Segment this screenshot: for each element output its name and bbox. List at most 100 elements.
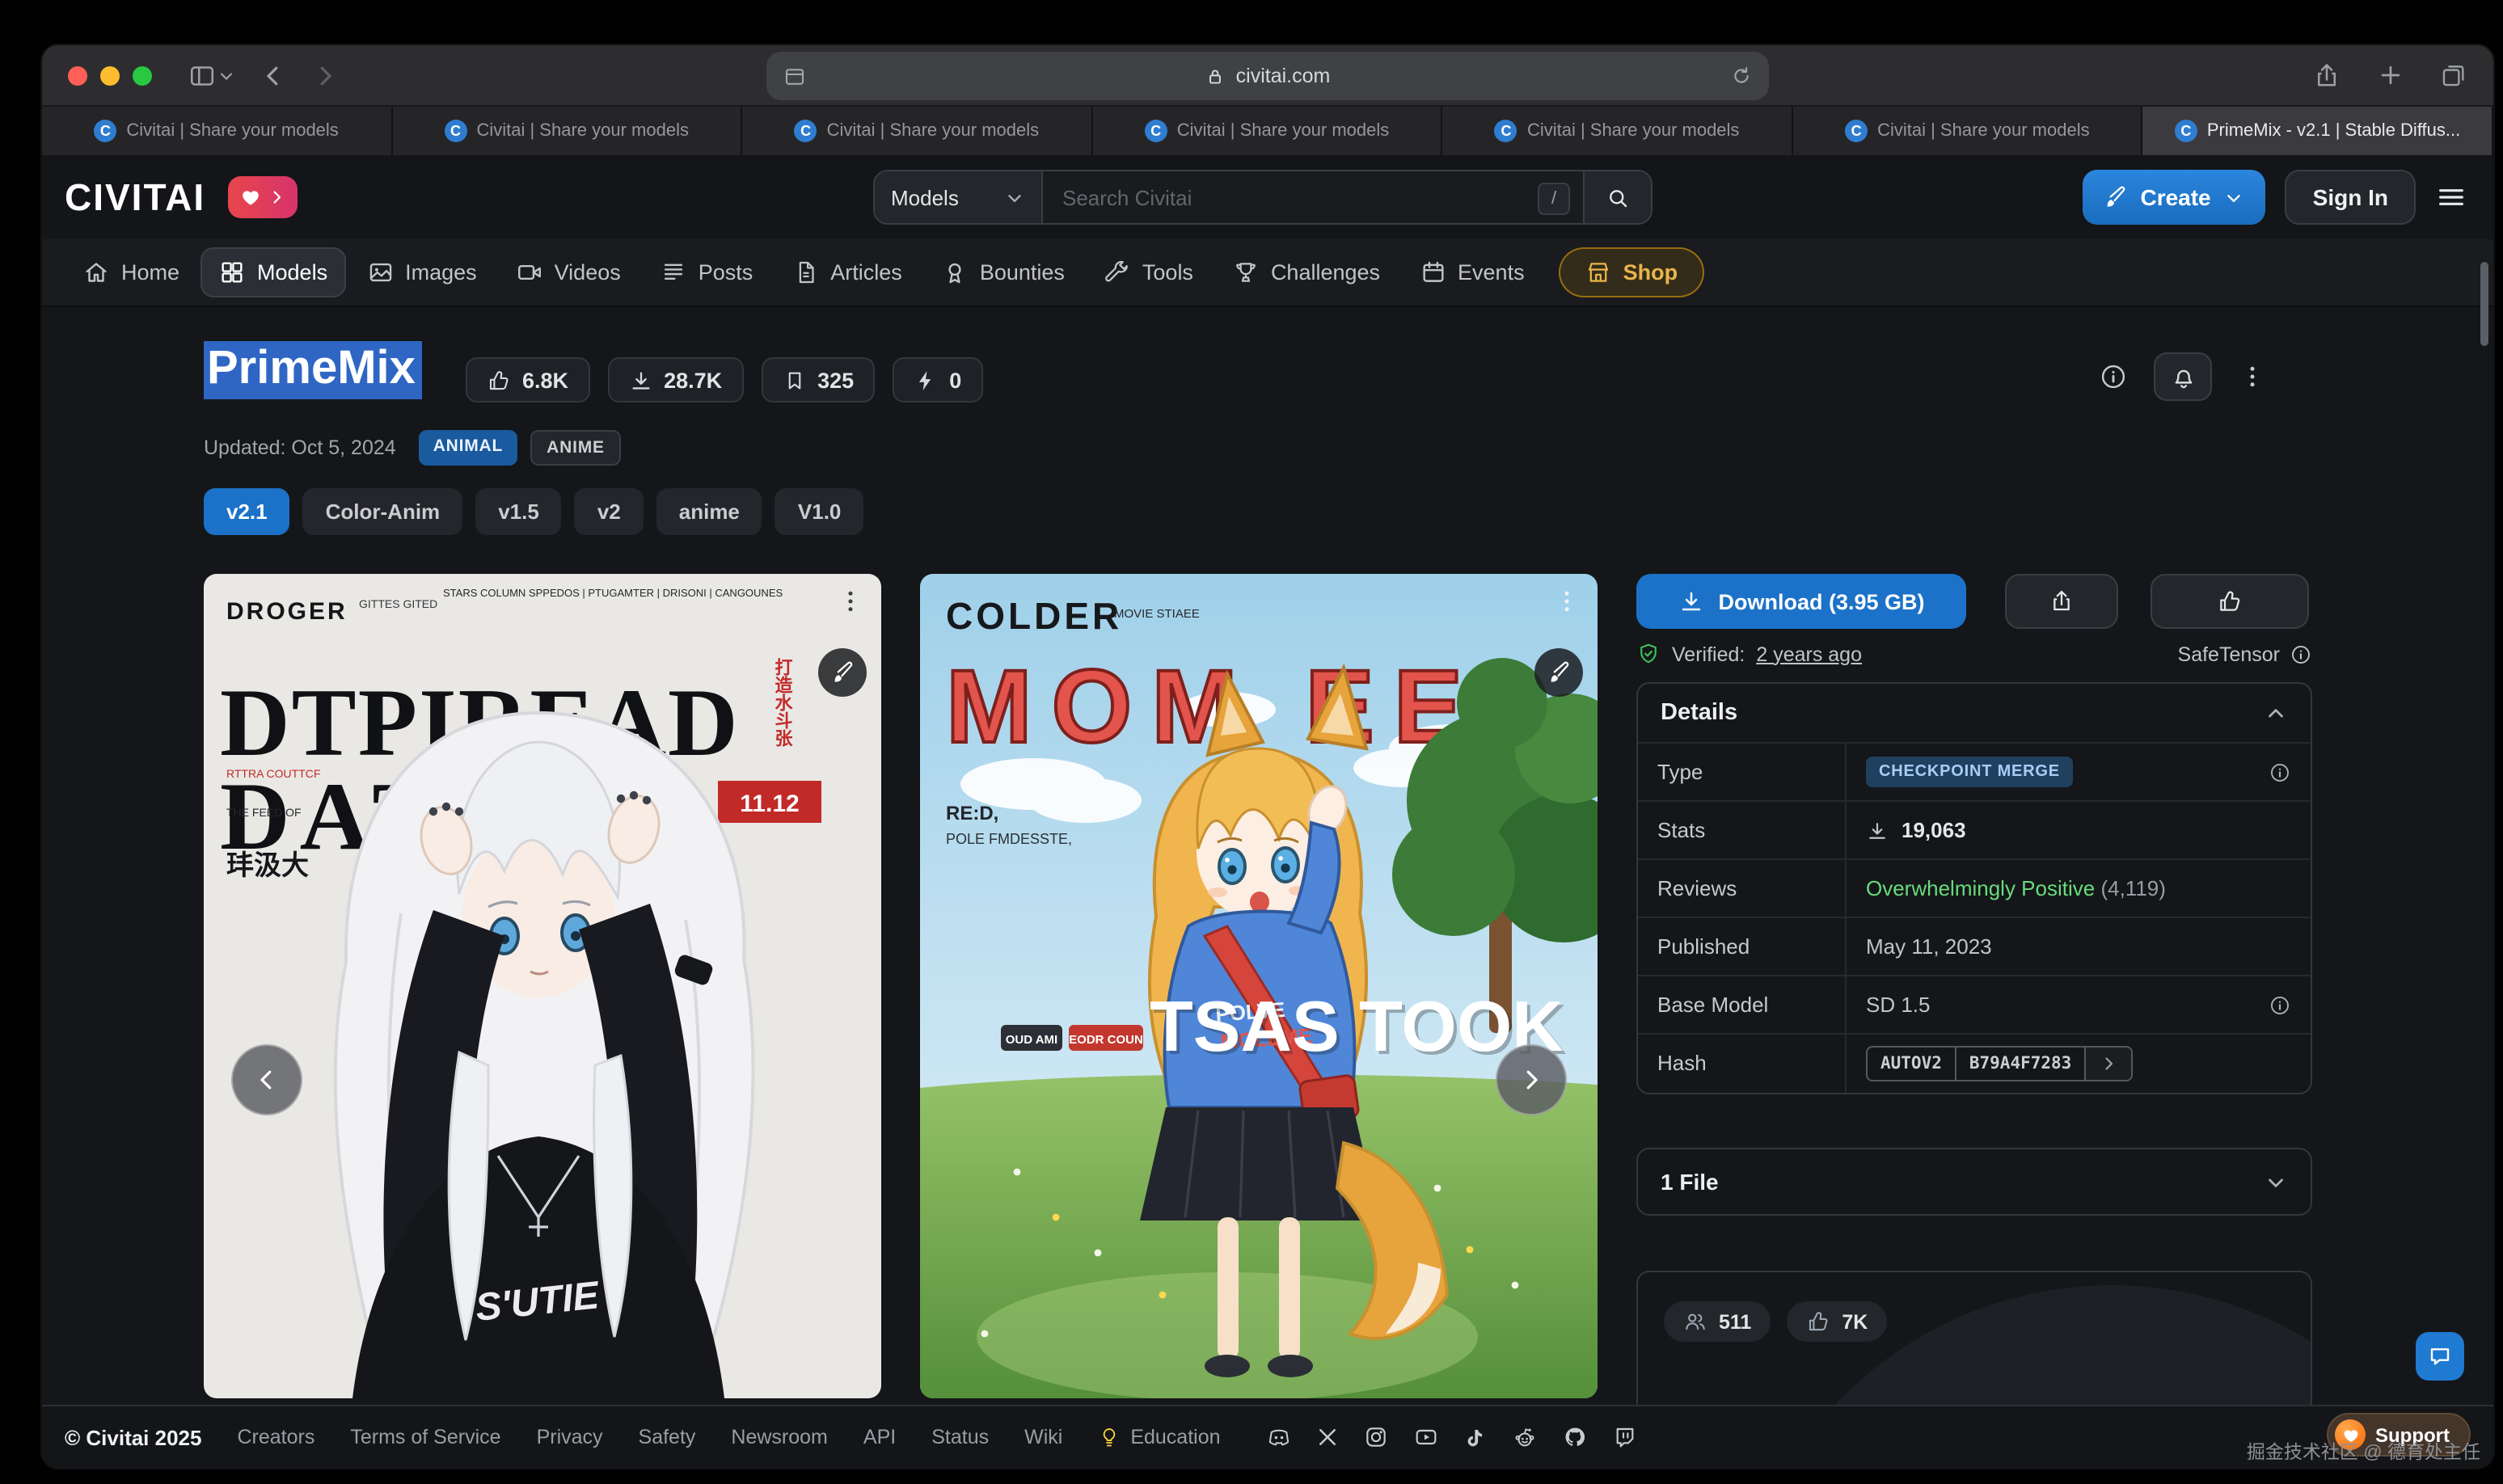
tag-animal[interactable]: ANIMAL bbox=[419, 430, 517, 466]
share-model-button[interactable] bbox=[2005, 574, 2118, 629]
search-input[interactable] bbox=[1043, 171, 1583, 223]
browser-tab-4[interactable]: CCivitai | Share your models bbox=[1092, 107, 1442, 155]
search-category-select[interactable]: Models bbox=[875, 171, 1043, 223]
nav-item-tools[interactable]: Tools bbox=[1086, 247, 1211, 297]
carousel-prev-button[interactable] bbox=[231, 1044, 302, 1115]
browser-tab-2[interactable]: CCivitai | Share your models bbox=[392, 107, 742, 155]
nav-item-challenges[interactable]: Challenges bbox=[1214, 247, 1398, 297]
reload-button[interactable] bbox=[1730, 52, 1753, 100]
back-button[interactable] bbox=[259, 61, 288, 90]
nav-item-posts[interactable]: Posts bbox=[642, 247, 771, 297]
browser-tab-3[interactable]: CCivitai | Share your models bbox=[742, 107, 1092, 155]
browser-tab-active[interactable]: CPrimeMix - v2.1 | Stable Diffus... bbox=[2143, 107, 2493, 155]
more-options-button[interactable] bbox=[2238, 362, 2267, 391]
forward-button[interactable] bbox=[310, 61, 340, 90]
chat-button[interactable] bbox=[2416, 1332, 2464, 1381]
share-button[interactable] bbox=[2312, 61, 2341, 90]
carousel-next-button[interactable] bbox=[1496, 1044, 1567, 1115]
nav-item-videos[interactable]: Videos bbox=[498, 247, 639, 297]
window-zoom-button[interactable] bbox=[133, 65, 152, 85]
civitai-favicon: C bbox=[94, 120, 116, 142]
scrollbar[interactable] bbox=[2480, 262, 2488, 346]
svg-text:THE FEED OF: THE FEED OF bbox=[226, 806, 302, 819]
hash-expand-button[interactable] bbox=[2086, 1048, 2131, 1080]
details-header[interactable]: Details bbox=[1638, 684, 2311, 742]
nav-item-articles[interactable]: Articles bbox=[774, 247, 920, 297]
nav-item-shop[interactable]: Shop bbox=[1559, 247, 1704, 297]
version-v1-0[interactable]: V1.0 bbox=[775, 488, 864, 535]
tiktok-icon[interactable] bbox=[1463, 1425, 1488, 1449]
browser-tab-6[interactable]: CCivitai | Share your models bbox=[1793, 107, 2143, 155]
footer-link-education[interactable]: Education bbox=[1098, 1426, 1220, 1448]
gallery-image-card-2[interactable]: MOM EE COLDER MOVIE STIAEE RE:D, POLE FM… bbox=[920, 574, 1598, 1398]
bookmarks-stat[interactable]: 325 bbox=[761, 357, 875, 403]
reviews-link[interactable]: Overwhelmingly Positive bbox=[1866, 876, 2095, 900]
tips-stat[interactable]: 0 bbox=[893, 357, 982, 403]
image-menu-button[interactable] bbox=[836, 587, 865, 616]
search-button[interactable] bbox=[1583, 171, 1651, 223]
nav-item-models[interactable]: Models bbox=[200, 247, 345, 297]
files-section[interactable]: 1 File bbox=[1636, 1148, 2312, 1216]
browser-tab-1[interactable]: CCivitai | Share your models bbox=[42, 107, 392, 155]
github-icon[interactable] bbox=[1562, 1424, 1588, 1450]
version-tabs: v2.1 Color-Anim v1.5 v2 anime V1.0 bbox=[204, 488, 863, 535]
downloads-stat[interactable]: 28.7K bbox=[607, 357, 743, 403]
image-remix-button[interactable] bbox=[818, 648, 867, 697]
likes-stat[interactable]: 6.8K bbox=[466, 357, 589, 403]
footer-link-api[interactable]: API bbox=[863, 1426, 896, 1448]
sidebar-toggle-button[interactable] bbox=[188, 61, 236, 90]
civitai-logo[interactable]: CIVITAI bbox=[65, 175, 205, 219]
gallery-image-card-1[interactable]: DROGER GITTES GITED STARS COLUMN SPPEDOS… bbox=[204, 574, 881, 1398]
footer-link-safety[interactable]: Safety bbox=[639, 1426, 696, 1448]
youtube-icon[interactable] bbox=[1413, 1424, 1439, 1450]
x-icon[interactable] bbox=[1316, 1426, 1339, 1448]
instagram-icon[interactable] bbox=[1363, 1424, 1389, 1450]
image-remix-button[interactable] bbox=[1534, 648, 1583, 697]
download-button[interactable]: Download (3.95 GB) bbox=[1636, 574, 1966, 629]
info-icon[interactable] bbox=[2269, 761, 2291, 783]
footer-link-creators[interactable]: Creators bbox=[238, 1426, 315, 1448]
version-v1-5[interactable]: v1.5 bbox=[475, 488, 562, 535]
like-model-button[interactable] bbox=[2151, 574, 2309, 629]
version-anime[interactable]: anime bbox=[656, 488, 762, 535]
menu-button[interactable] bbox=[2435, 181, 2467, 213]
nav-item-events[interactable]: Events bbox=[1401, 247, 1543, 297]
info-icon[interactable] bbox=[2269, 993, 2291, 1016]
window-minimize-button[interactable] bbox=[100, 65, 120, 85]
footer-link-status[interactable]: Status bbox=[931, 1426, 989, 1448]
nav-item-images[interactable]: Images bbox=[348, 247, 495, 297]
browser-tab-5[interactable]: CCivitai | Share your models bbox=[1443, 107, 1793, 155]
version-v2[interactable]: v2 bbox=[575, 488, 644, 535]
supporter-button[interactable] bbox=[228, 176, 298, 218]
footer-link-wiki[interactable]: Wiki bbox=[1024, 1426, 1062, 1448]
version-v2-1[interactable]: v2.1 bbox=[204, 488, 290, 535]
svg-text:STARS COLUMN SPPEDOS | PTUGAMT: STARS COLUMN SPPEDOS | PTUGAMTER | DRISO… bbox=[443, 587, 783, 599]
page-settings-icon[interactable] bbox=[783, 52, 807, 100]
nav-item-home[interactable]: Home bbox=[65, 247, 197, 297]
tab-overview-button[interactable] bbox=[2440, 61, 2467, 89]
selected-title-text: PrimeMix bbox=[204, 341, 422, 399]
create-button[interactable]: Create bbox=[2082, 170, 2265, 225]
sign-in-button[interactable]: Sign In bbox=[2286, 170, 2416, 225]
footer-link-terms[interactable]: Terms of Service bbox=[350, 1426, 500, 1448]
verified-time-link[interactable]: 2 years ago bbox=[1756, 643, 1862, 665]
footer-link-newsroom[interactable]: Newsroom bbox=[731, 1426, 828, 1448]
hash-value[interactable]: AUTOV2 B79A4F7283 bbox=[1866, 1046, 2133, 1081]
notify-button[interactable] bbox=[2154, 352, 2212, 401]
discord-icon[interactable] bbox=[1266, 1424, 1292, 1450]
civitai-favicon: C bbox=[1495, 120, 1517, 142]
tag-anime[interactable]: ANIME bbox=[530, 430, 621, 466]
reddit-icon[interactable] bbox=[1512, 1424, 1538, 1450]
community-likes-pill[interactable]: 7K bbox=[1787, 1301, 1887, 1342]
twitch-icon[interactable] bbox=[1612, 1424, 1638, 1450]
info-icon[interactable] bbox=[2290, 643, 2312, 665]
nav-item-bounties[interactable]: Bounties bbox=[923, 247, 1083, 297]
image-menu-button[interactable] bbox=[1552, 587, 1581, 616]
followers-pill[interactable]: 511 bbox=[1664, 1301, 1771, 1342]
footer-link-privacy[interactable]: Privacy bbox=[537, 1426, 603, 1448]
info-button[interactable] bbox=[2099, 362, 2128, 391]
address-bar[interactable]: civitai.com bbox=[766, 52, 1769, 100]
version-color-anim[interactable]: Color-Anim bbox=[303, 488, 463, 535]
window-close-button[interactable] bbox=[68, 65, 87, 85]
new-tab-button[interactable] bbox=[2377, 61, 2404, 89]
